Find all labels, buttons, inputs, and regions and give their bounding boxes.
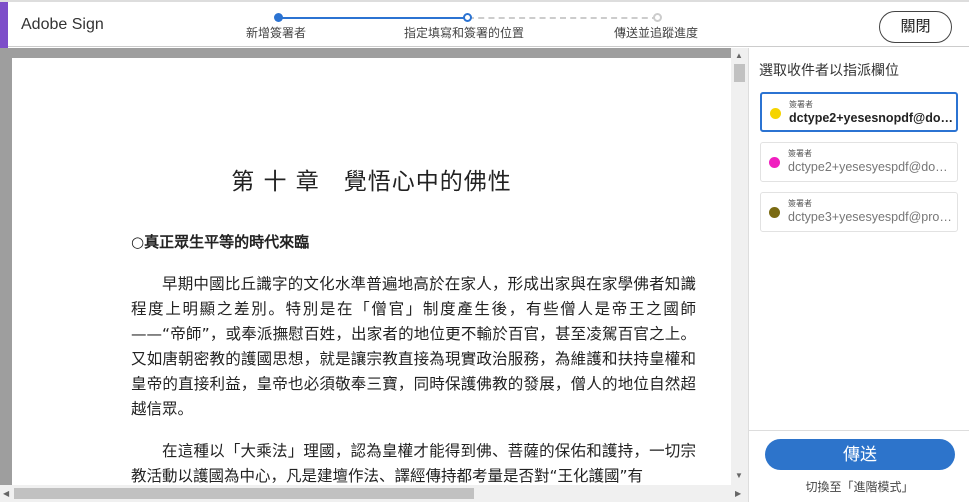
recipient-color-dot (769, 207, 780, 218)
horizontal-scroll-thumb[interactable] (14, 488, 474, 499)
step-dot-pending (653, 13, 662, 22)
recipient-email: dctype2+yesesyespdf@domai... (788, 160, 956, 174)
section-heading: ○真正眾生平等的時代來臨 (131, 233, 310, 251)
recipient-card[interactable]: 簽署者 dctype2+yesesyespdf@domai... (760, 142, 958, 182)
chapter-title: 第 十 章 覺悟心中的佛性 (231, 169, 512, 195)
horizontal-scrollbar[interactable]: ◀ ▶ (0, 485, 748, 502)
advanced-mode-link[interactable]: 切換至「進階模式」 (749, 478, 969, 495)
header: Adobe Sign 新增簽署者 指定填寫和簽署的位置 傳送並追蹤進度 關閉 (0, 0, 969, 48)
recipient-role: 簽署者 (788, 199, 812, 208)
scroll-left-icon[interactable]: ◀ (3, 489, 9, 498)
scroll-down-icon[interactable]: ▼ (735, 471, 743, 480)
vertical-scroll-thumb[interactable] (734, 64, 745, 82)
scroll-right-icon[interactable]: ▶ (735, 489, 741, 498)
panel-title: 選取收件者以指派欄位 (759, 62, 899, 78)
recipient-color-dot (769, 157, 780, 168)
step-send-track: 傳送並追蹤進度 (614, 26, 699, 40)
panel-divider (749, 430, 969, 431)
progress-line-pending (468, 17, 658, 19)
step-dot-current (463, 13, 472, 22)
paragraph: 在這種以「大乘法」理國，認為皇權才能得到佛、菩薩的保佑和護持，一切宗教活動以護國… (131, 442, 696, 485)
step-dot-done (274, 13, 283, 22)
step-place-fields: 指定填寫和簽署的位置 (404, 26, 525, 40)
progress-line-done (280, 17, 468, 19)
recipient-card[interactable]: 簽署者 dctype3+yesesyespdf@produs... (760, 192, 958, 232)
paragraph: 早期中國比丘識字的文化水準普遍地高於在家人，形成出家與在家學佛者知識程度上明顯之… (131, 275, 696, 418)
brand-stripe (0, 2, 8, 48)
document-page[interactable]: 第 十 章 覺悟心中的佛性 ○真正眾生平等的時代來臨 早期中國比丘識字的文化水準… (12, 58, 731, 498)
recipient-email: dctype3+yesesyespdf@produs... (788, 210, 956, 224)
scroll-up-icon[interactable]: ▲ (735, 51, 743, 60)
recipient-role: 簽署者 (789, 100, 813, 109)
document-viewer[interactable]: 第 十 章 覺悟心中的佛性 ○真正眾生平等的時代來臨 早期中國比丘識字的文化水準… (0, 48, 731, 498)
recipient-card[interactable]: 簽署者 dctype2+yesesnopdf@doma... (760, 92, 958, 132)
recipient-color-dot (770, 108, 781, 119)
recipient-role: 簽署者 (788, 149, 812, 158)
recipient-email: dctype2+yesesnopdf@doma... (789, 111, 957, 125)
close-button[interactable]: 關閉 (879, 11, 952, 43)
recipients-panel: 選取收件者以指派欄位 簽署者 dctype2+yesesnopdf@doma..… (748, 48, 969, 502)
send-button[interactable]: 傳送 (765, 439, 955, 470)
app-logo: Adobe Sign (21, 16, 104, 33)
vertical-scrollbar[interactable]: ▲ ▼ (731, 48, 748, 485)
step-add-signers: 新增簽署者 (246, 26, 307, 40)
